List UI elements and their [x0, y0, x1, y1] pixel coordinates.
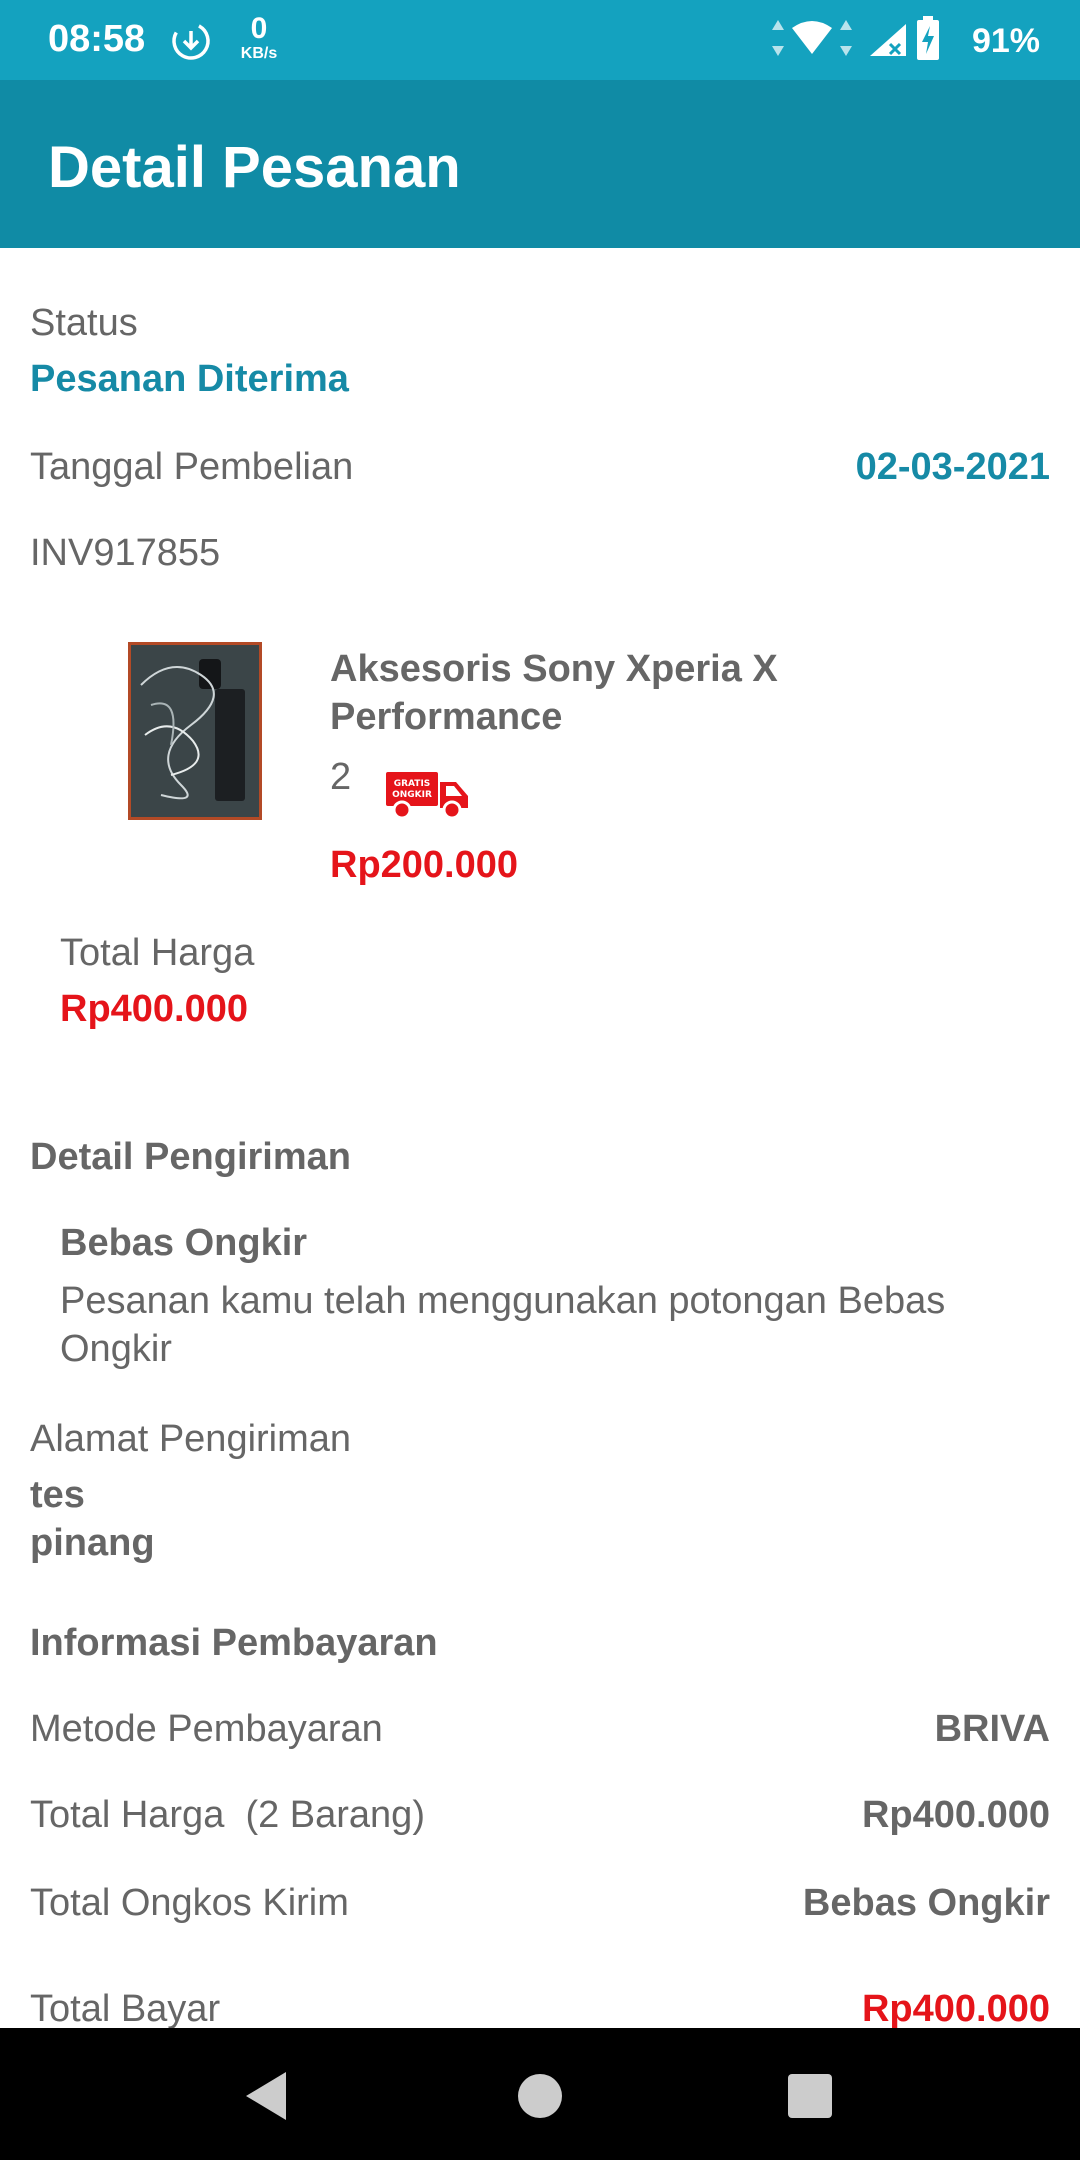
product-name-line2: Performance: [330, 696, 563, 738]
screen: 08:58 0 KB/s 91% Detail Pesanan Status P…: [0, 0, 1080, 2160]
payment-section-title: Informasi Pembayaran: [30, 1622, 438, 1664]
purchase-date-value: 02-03-2021: [855, 446, 1050, 488]
battery-charging-icon: [917, 16, 939, 60]
status-right-icons: 91%: [770, 16, 1040, 66]
product-photo: [131, 645, 259, 817]
payment-method-value: BRIVA: [934, 1708, 1050, 1750]
shipping-address-line2: pinang: [30, 1522, 155, 1564]
recent-apps-icon[interactable]: [780, 2066, 840, 2126]
order-detail-content[interactable]: Status Pesanan Diterima Tanggal Pembelia…: [0, 248, 1080, 2028]
signal-icon: [870, 24, 906, 56]
battery-percent: 91%: [971, 22, 1040, 60]
data-activity-icon-2: [840, 20, 852, 56]
shipping-method-title: Bebas Ongkir: [60, 1222, 308, 1264]
data-activity-icon: [772, 20, 784, 56]
purchase-date-label: Tanggal Pembelian: [30, 446, 354, 488]
shipping-address-label: Alamat Pengiriman: [30, 1418, 352, 1460]
product-name-line1: Aksesoris Sony Xperia X: [330, 648, 778, 690]
page-title: Detail Pesanan: [48, 135, 461, 200]
network-speed-unit: KB/s: [240, 45, 278, 62]
product-image[interactable]: [128, 642, 262, 820]
home-icon[interactable]: [510, 2066, 570, 2126]
status-bar: 08:58 0 KB/s 91%: [0, 0, 1080, 80]
badge-text-1: GRATIS: [394, 779, 431, 789]
app-bar: Detail Pesanan: [0, 80, 1080, 248]
shipping-method-desc-line1: Pesanan kamu telah menggunakan potongan …: [60, 1280, 946, 1322]
badge-text-2: ONGKIR: [392, 790, 432, 800]
shipping-method-desc-line2: Ongkir: [60, 1328, 172, 1370]
network-speed-value: 0: [250, 12, 268, 45]
network-speed: 0 KB/s: [234, 14, 284, 62]
total-payment-value: Rp400.000: [861, 1988, 1050, 2028]
product-quantity: 2: [330, 756, 352, 798]
shipping-cost-value: Bebas Ongkir: [802, 1882, 1050, 1924]
navigation-bar: [0, 2028, 1080, 2160]
total-price-label: Total Harga: [60, 932, 255, 974]
shipping-section-title: Detail Pengiriman: [30, 1136, 351, 1178]
back-icon[interactable]: [238, 2066, 298, 2126]
total-items-label: Total Harga (2 Barang): [30, 1794, 425, 1836]
total-payment-label: Total Bayar: [30, 1988, 221, 2028]
wifi-icon: [792, 21, 832, 54]
shipping-address-line1: tes: [30, 1474, 85, 1516]
status-label: Status: [30, 302, 138, 344]
total-price-value: Rp400.000: [60, 988, 249, 1030]
free-shipping-truck-icon: GRATIS ONGKIR: [386, 772, 468, 820]
payment-method-label: Metode Pembayaran: [30, 1708, 383, 1750]
status-value: Pesanan Diterima: [30, 358, 349, 400]
download-icon: [172, 22, 210, 60]
invoice-number: INV917855: [30, 532, 221, 574]
total-items-value: Rp400.000: [861, 1794, 1050, 1836]
status-time: 08:58: [48, 18, 146, 60]
shipping-cost-label: Total Ongkos Kirim: [30, 1882, 349, 1924]
product-price: Rp200.000: [330, 844, 519, 886]
